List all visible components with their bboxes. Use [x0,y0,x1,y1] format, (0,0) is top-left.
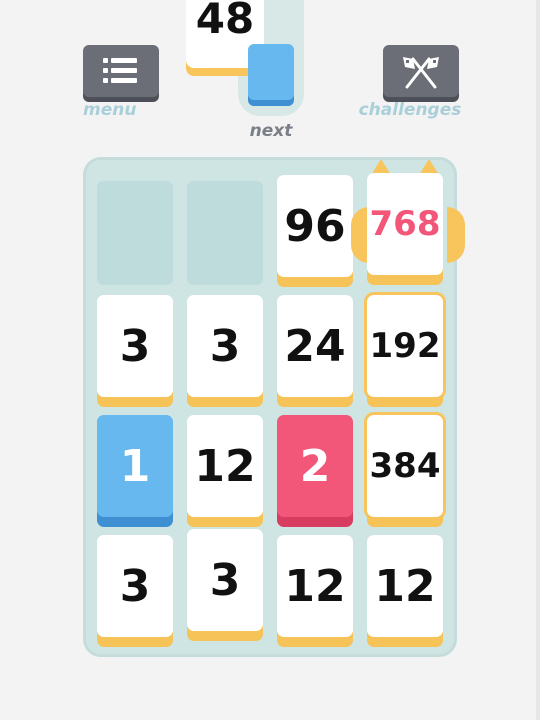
tile: 3 [187,295,263,397]
tile-value: 3 [209,554,241,606]
tile-value: 768 [369,204,441,244]
empty-slot [97,181,173,285]
crossed-flags-icon [403,57,439,89]
tile: 768 [367,173,443,275]
tile-value: 24 [284,320,346,372]
tile-wing-right [447,207,465,263]
tile: 2 [277,415,353,517]
tile: 384 [367,415,443,517]
tile: 3 [97,295,173,397]
tile-value: 2 [299,440,331,492]
tile: 192 [367,295,443,397]
tile-value: 12 [194,440,256,492]
tile: 24 [277,295,353,397]
challenges-button[interactable] [383,45,459,97]
challenges-label[interactable]: challenges [358,100,462,120]
tile: 3 [187,529,263,631]
empty-slot [187,181,263,285]
tile-value: 384 [369,446,441,486]
tile-value: 3 [119,560,151,612]
tile: 96 [277,175,353,277]
tile: 12 [277,535,353,637]
list-icon [103,58,137,83]
game-board[interactable]: 96 768 3 3 24 192 1 12 2 384 3 3 12 12 [83,157,465,657]
edge-strip [536,0,540,720]
tile-value: 192 [369,326,441,366]
tile-value: 96 [284,200,346,252]
tile-value: 1 [119,440,151,492]
tile: 12 [367,535,443,637]
tile: 1 [97,415,173,517]
tile: 3 [97,535,173,637]
tile-value: 3 [119,320,151,372]
menu-button[interactable] [83,45,159,97]
sliding-tile-value: 48 [195,0,255,43]
menu-label[interactable]: menu [83,100,136,120]
tile: 12 [187,415,263,517]
tile-value: 3 [209,320,241,372]
tile-value: 12 [374,560,436,612]
tile-value: 12 [284,560,346,612]
next-tile-preview [248,44,294,100]
next-label: next [249,121,293,141]
